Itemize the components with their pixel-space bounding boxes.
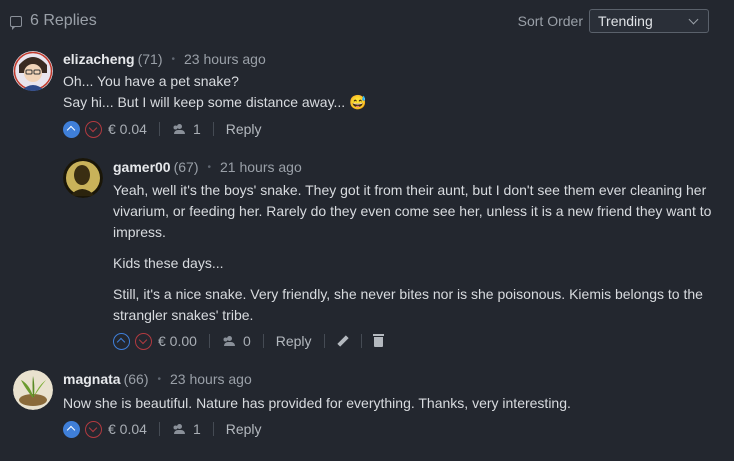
downvote-button[interactable] (135, 332, 152, 350)
sort-value: Trending (598, 13, 653, 29)
reputation: (66) (123, 371, 149, 387)
divider (158, 422, 160, 436)
author-name[interactable]: magnata (63, 371, 121, 387)
comment-meta: magnata (66) • 23 hours ago (63, 370, 252, 388)
comment-paragraph: Kids these days... (113, 255, 224, 271)
comment-paragraph: Yeah, well it's the boys' snake. They go… (113, 182, 712, 240)
divider (212, 122, 214, 136)
comment-actions: € 0.04 1 Reply (63, 120, 262, 138)
sort-order-select[interactable]: Trending (589, 9, 709, 33)
comment-body: Now she is beautiful. Nature has provide… (63, 393, 703, 414)
separator-dot: • (157, 373, 161, 385)
comment-actions: € 0.04 1 Reply (63, 420, 262, 438)
comment-paragraph: Still, it's a nice snake. Very friendly,… (113, 286, 703, 323)
downvote-button[interactable] (85, 120, 102, 138)
comment-body: Yeah, well it's the boys' snake. They go… (113, 180, 713, 336)
author-name[interactable]: elizacheng (63, 51, 135, 67)
comment-line: Say hi... But I will keep some distance … (63, 94, 367, 110)
chevron-down-icon (688, 14, 699, 25)
downvote-button[interactable] (85, 420, 102, 438)
divider (323, 334, 325, 348)
comment-line: Oh... You have a pet snake? (63, 73, 239, 89)
separator-dot: • (171, 53, 176, 65)
avatar[interactable] (13, 370, 53, 410)
divider (212, 422, 214, 436)
edit-icon[interactable] (337, 335, 349, 347)
vote-count[interactable]: 0 (243, 333, 251, 349)
comment-meta: elizacheng (71) • 23 hours ago (63, 50, 266, 68)
sort-label: Sort Order (517, 13, 583, 29)
reply-button[interactable]: Reply (226, 421, 262, 437)
author-name[interactable]: gamer00 (113, 159, 171, 175)
timestamp[interactable]: 23 hours ago (170, 371, 252, 387)
replies-header: 6 Replies Sort Order Trending (10, 9, 709, 33)
vote-count[interactable]: 1 (193, 421, 201, 437)
payout-value[interactable]: € 0.00 (158, 333, 197, 349)
comment-icon (10, 15, 22, 30)
voters-icon (222, 336, 236, 346)
reputation: (67) (173, 159, 199, 175)
divider (262, 334, 264, 348)
upvote-button[interactable] (63, 420, 80, 438)
comment-actions: € 0.00 0 Reply (113, 332, 384, 350)
avatar[interactable] (13, 51, 53, 91)
comment-meta: gamer00 (67) • 21 hours ago (113, 158, 302, 176)
voters-icon (172, 424, 186, 434)
payout-value[interactable]: € 0.04 (108, 421, 147, 437)
divider (360, 334, 362, 348)
timestamp[interactable]: 23 hours ago (184, 51, 266, 67)
replies-count: 6 Replies (30, 12, 97, 29)
sort-order: Sort Order Trending (518, 9, 709, 33)
reputation: (71) (137, 51, 163, 67)
reply-button[interactable]: Reply (276, 333, 312, 349)
divider (208, 334, 210, 348)
comment-line: Now she is beautiful. Nature has provide… (63, 395, 571, 411)
trash-icon[interactable] (372, 334, 384, 347)
voters-icon (172, 124, 186, 134)
payout-value[interactable]: € 0.04 (108, 121, 147, 137)
avatar[interactable] (63, 158, 103, 198)
separator-dot: • (207, 161, 212, 173)
reply-button[interactable]: Reply (226, 121, 262, 137)
upvote-button[interactable] (113, 332, 130, 350)
vote-count[interactable]: 1 (193, 121, 201, 137)
divider (158, 122, 160, 136)
upvote-button[interactable] (63, 120, 80, 138)
timestamp[interactable]: 21 hours ago (220, 159, 302, 175)
comment-body: Oh... You have a pet snake? Say hi... Bu… (63, 71, 703, 113)
